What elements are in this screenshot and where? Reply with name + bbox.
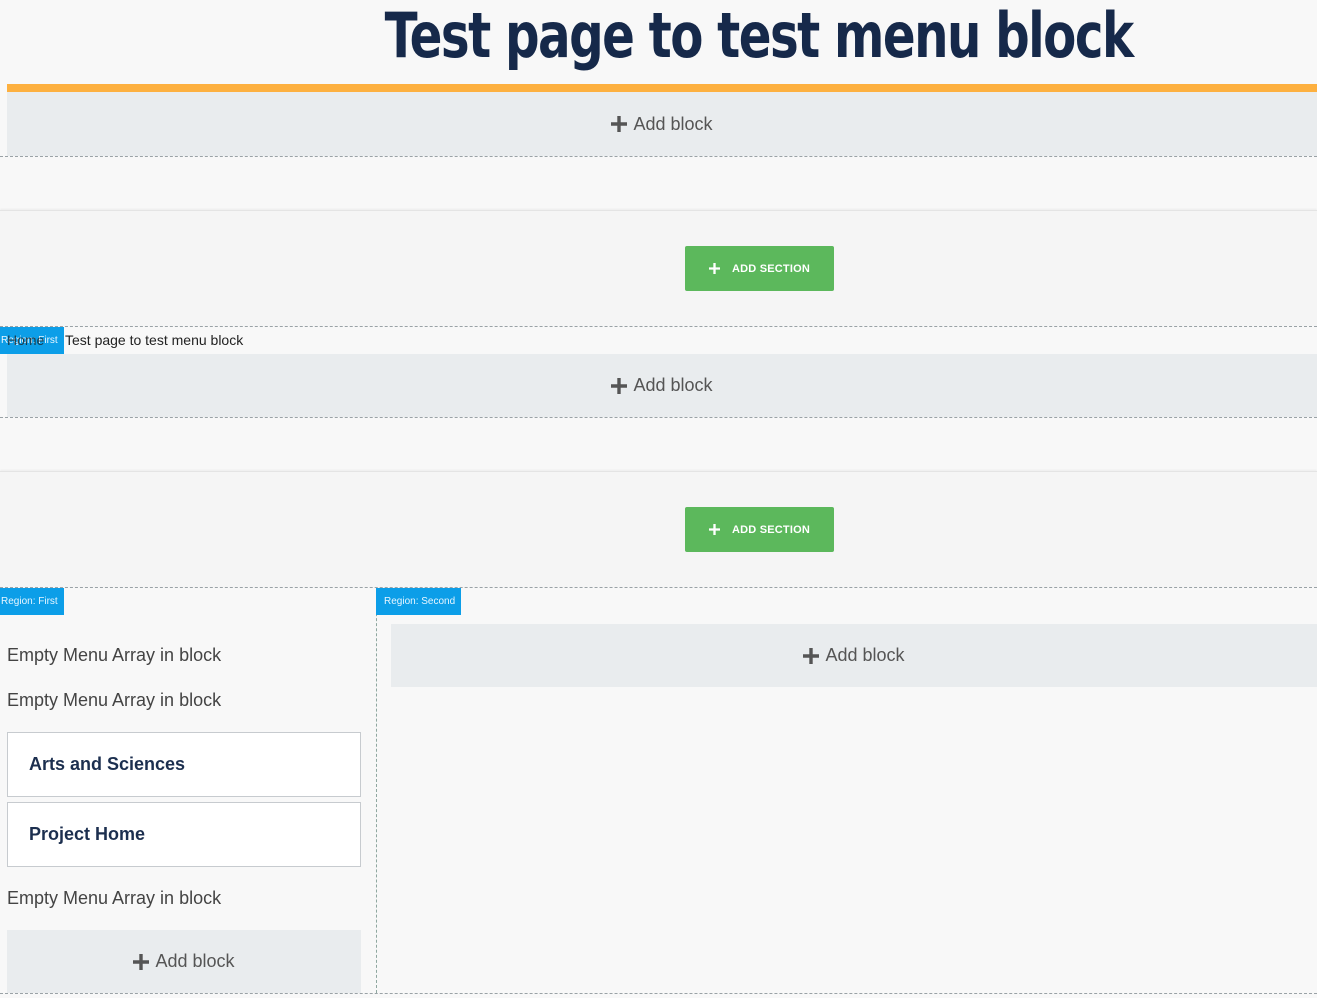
title-accent-bar [7, 84, 1317, 92]
add-section-area [0, 210, 1317, 326]
add-block-button-breadcrumb[interactable]: Add block [7, 354, 1317, 417]
breadcrumb-current: Test page to test menu block [65, 332, 244, 348]
add-section-label: ADD SECTION [732, 262, 810, 275]
section-divider [0, 993, 1317, 994]
empty-menu-message: Empty Menu Array in block [7, 690, 222, 710]
menu-item-card[interactable]: Arts and Sciences [7, 732, 361, 797]
breadcrumb: Home [7, 332, 44, 348]
breadcrumb-home-link[interactable]: Home [7, 332, 44, 348]
empty-menu-message: Empty Menu Array in block [7, 888, 222, 908]
add-section-area [0, 471, 1317, 587]
plus-icon [803, 647, 820, 664]
page-title: Test page to test menu block [384, 0, 1134, 72]
section-divider [0, 156, 1317, 157]
add-block-button-header[interactable]: Add block [7, 92, 1317, 156]
section-divider [0, 326, 1317, 327]
add-section-button[interactable]: ADD SECTION [685, 246, 834, 291]
add-section-button[interactable]: ADD SECTION [685, 507, 834, 552]
region-tag-second: Region: Second [376, 588, 461, 615]
section-divider [0, 417, 1317, 418]
plus-icon [611, 116, 628, 132]
menu-item-link[interactable]: Arts and Sciences [29, 754, 185, 775]
menu-item-card[interactable]: Project Home [7, 802, 361, 867]
menu-item-link[interactable]: Project Home [29, 824, 145, 845]
add-block-button-first-region[interactable]: Add block [7, 930, 361, 993]
plus-icon [709, 524, 720, 535]
add-block-label: Add block [633, 113, 713, 134]
section-divider [0, 587, 1317, 588]
region-tag-first: Region: First [0, 588, 64, 615]
add-section-label: ADD SECTION [732, 523, 810, 536]
plus-icon [709, 263, 720, 274]
column-divider [376, 588, 377, 993]
add-block-label: Add block [633, 375, 713, 395]
plus-icon [133, 953, 150, 970]
add-block-button-second-region[interactable]: Add block [391, 624, 1317, 687]
empty-menu-message: Empty Menu Array in block [7, 645, 222, 665]
plus-icon [611, 377, 628, 394]
add-block-label: Add block [825, 645, 905, 665]
add-block-label: Add block [155, 951, 235, 971]
